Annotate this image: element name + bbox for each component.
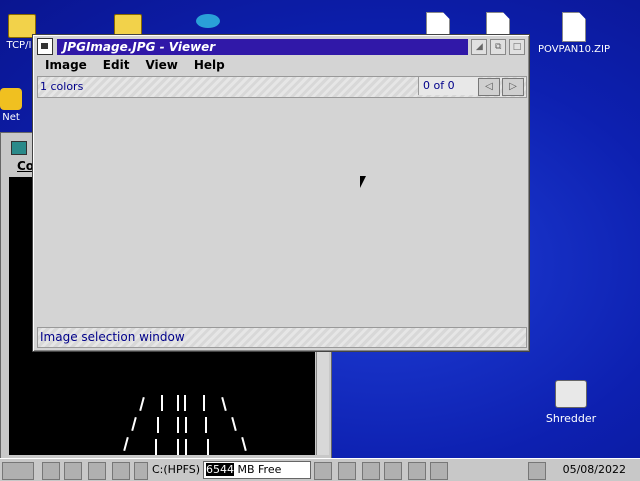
terminal-line — [123, 436, 129, 452]
system-menu-icon[interactable] — [37, 38, 53, 55]
dolphin-icon — [196, 14, 220, 28]
terminal-line — [231, 416, 237, 432]
status-bar: Image selection window — [37, 327, 527, 348]
launchpad-bar: C:(HPFS) 6544 MB Free 05/08/2022 — [0, 458, 640, 481]
terminal-line — [157, 417, 159, 433]
drives-icon[interactable] — [338, 462, 356, 480]
window-icon — [11, 141, 27, 155]
status-text: Image selection window — [40, 330, 185, 344]
free-space-value: 6544 — [206, 463, 234, 476]
system-tray-icon[interactable] — [528, 462, 546, 480]
terminal-line — [203, 395, 205, 411]
help-icon[interactable] — [408, 462, 426, 480]
titlebar[interactable]: JPGImage.JPG - Viewer ◢ ⧉ □ — [37, 38, 525, 55]
restore-button[interactable]: ⧉ — [490, 38, 507, 55]
keyboard-icon[interactable] — [314, 462, 332, 480]
menu-bar: Image Edit View Help — [37, 56, 525, 74]
menu-view[interactable]: View — [137, 56, 185, 74]
menu-edit[interactable]: Edit — [95, 56, 138, 74]
terminal-line — [161, 395, 163, 411]
printer-icon[interactable] — [384, 462, 402, 480]
terminal-line — [184, 395, 186, 411]
terminal-line — [131, 416, 137, 432]
image-area[interactable] — [37, 98, 525, 323]
drive-label: C:(HPFS) — [152, 463, 200, 476]
terminal-line — [221, 396, 227, 412]
colors-count: 1 colors — [40, 80, 84, 93]
terminal-line — [139, 396, 145, 412]
shredder-object[interactable]: Shredder — [544, 380, 598, 425]
network-icon[interactable] — [430, 462, 448, 480]
free-space-field: 6544 MB Free — [203, 461, 311, 479]
info-bar: 1 colors 0 of 0 ◁ ▷ — [37, 76, 527, 98]
window-title: JPGImage.JPG - Viewer — [56, 38, 469, 55]
shutdown-icon[interactable] — [112, 462, 130, 480]
image-counter: 0 of 0 — [418, 77, 479, 95]
window-list-icon[interactable] — [42, 462, 60, 480]
lock-icon[interactable] — [64, 462, 82, 480]
desktop-icon-label: POVPAN10.ZIP — [537, 44, 610, 55]
shredder-icon — [555, 380, 587, 408]
network-icon — [0, 88, 22, 110]
terminal-line — [241, 436, 247, 452]
free-space-suffix: MB Free — [234, 463, 282, 476]
folder-icon[interactable] — [362, 462, 380, 480]
maximize-button[interactable]: □ — [509, 38, 525, 55]
terminal-line — [205, 417, 207, 433]
shredder-label: Shredder — [545, 412, 597, 425]
drive-icon[interactable] — [134, 462, 148, 480]
hide-button[interactable]: ◢ — [471, 38, 488, 55]
terminal-line — [177, 395, 179, 411]
desktop-icon-povpan[interactable]: POVPAN10.ZIP — [534, 12, 614, 55]
find-icon[interactable] — [88, 462, 106, 480]
date-display: 05/08/2022 — [562, 463, 626, 476]
terminal-line — [207, 439, 209, 455]
terminal-line — [185, 439, 187, 455]
menu-help[interactable]: Help — [186, 56, 233, 74]
zip-file-icon — [562, 12, 586, 42]
os2-logo-icon[interactable] — [2, 462, 34, 480]
terminal-line — [177, 417, 179, 433]
mouse-pointer-icon — [360, 176, 366, 188]
terminal-line — [155, 439, 157, 455]
menu-image[interactable]: Image — [37, 56, 95, 74]
terminal-line — [177, 439, 179, 455]
previous-button[interactable]: ◁ — [478, 78, 500, 96]
viewer-window[interactable]: JPGImage.JPG - Viewer ◢ ⧉ □ Image Edit V… — [32, 34, 530, 352]
next-button[interactable]: ▷ — [502, 78, 524, 96]
desktop-icon-dolphin[interactable] — [168, 14, 248, 30]
terminal-line — [185, 417, 187, 433]
